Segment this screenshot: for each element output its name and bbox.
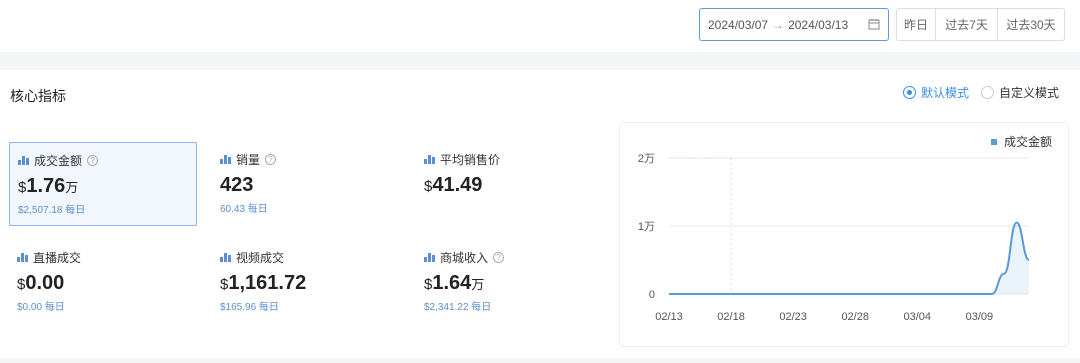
metric-label: 商城收入 [440, 251, 489, 265]
date-range-picker[interactable]: 2024/03/07 → 2024/03/13 [699, 8, 889, 41]
metric-card-mall[interactable]: 商城收入? $1.64万 $2,341.22 每日 [416, 240, 604, 324]
metric-unit: 万 [471, 277, 485, 292]
metric-daily: $0.00 每日 [17, 302, 65, 313]
x-tick-label: 02/23 [779, 311, 807, 323]
mode-default-radio[interactable]: 默认模式 [903, 84, 969, 101]
panel-title: 核心指标 [10, 88, 66, 104]
bar-chart-icon [17, 253, 28, 262]
date-start: 2024/03/07 [708, 17, 769, 32]
date-end: 2024/03/13 [788, 17, 849, 32]
x-tick-label: 02/13 [655, 311, 683, 323]
metric-card-avg-price[interactable]: 平均销售价 $41.49 [416, 142, 604, 226]
metric-value: 1.64 [432, 272, 472, 294]
y-tick-label: 0 [649, 289, 655, 301]
help-icon[interactable]: ? [265, 154, 277, 165]
metric-daily: $165.96 每日 [220, 302, 279, 313]
bar-chart-icon [424, 253, 435, 262]
metric-label: 直播成交 [33, 251, 82, 265]
series-area [669, 222, 1029, 294]
metric-value: 41.49 [432, 174, 483, 196]
metric-value: 1.76 [26, 175, 66, 197]
series-line [668, 221, 1030, 295]
metric-card-live[interactable]: 直播成交 $0.00 $0.00 每日 [9, 240, 197, 324]
metric-label: 平均销售价 [440, 153, 501, 167]
y-tick-label: 2万 [638, 153, 655, 165]
metric-daily: $2,507.18 每日 [18, 205, 86, 216]
calendar-icon [868, 19, 880, 30]
x-tick-label: 02/18 [717, 311, 745, 323]
metric-card-video[interactable]: 视频成交 $1,161.72 $165.96 每日 [212, 240, 400, 324]
bottom-strip [0, 358, 1080, 363]
mode-custom-label: 自定义模式 [999, 86, 1060, 100]
bar-chart-icon [424, 155, 435, 164]
quick-yesterday-button[interactable]: 昨日 [896, 8, 936, 41]
x-tick-label: 03/09 [966, 311, 994, 323]
mode-custom-radio[interactable]: 自定义模式 [981, 84, 1059, 101]
metric-daily: 60.43 每日 [220, 204, 268, 215]
quick-30days-button[interactable]: 过去30天 [997, 8, 1065, 41]
x-tick-label: 03/04 [904, 311, 932, 323]
metric-label: 视频成交 [236, 251, 285, 265]
metric-value: 0.00 [25, 272, 65, 294]
metric-label: 成交金额 [34, 154, 83, 168]
metric-value: 1,161.72 [228, 272, 307, 294]
date-range-arrow: → [772, 17, 785, 32]
bar-chart-icon [18, 156, 29, 165]
help-icon[interactable]: ? [87, 155, 99, 166]
metric-value: 423 [220, 174, 254, 196]
metric-card-gmv[interactable]: 成交金额? $1.76万 $2,507.18 每日 [9, 142, 197, 226]
y-tick-label: 1万 [638, 221, 655, 233]
quick-7days-button[interactable]: 过去7天 [935, 8, 998, 41]
metric-unit: 万 [65, 180, 79, 195]
help-icon[interactable]: ? [493, 252, 505, 263]
bar-chart-icon [220, 155, 231, 164]
x-tick-label: 02/28 [841, 311, 869, 323]
top-toolbar: 2024/03/07 → 2024/03/13 昨日 过去7天 过去30天 [0, 0, 1080, 52]
radio-checked-icon [903, 86, 916, 99]
metric-label: 销量 [236, 153, 261, 167]
mode-default-label: 默认模式 [921, 86, 970, 100]
metric-card-sales[interactable]: 销量? 423 60.43 每日 [212, 142, 400, 226]
metric-daily: $2,341.22 每日 [424, 302, 492, 313]
gmv-line-chart: 0 1万 2万 02/13 02/18 02/23 02/28 03/04 03/09 [638, 153, 1030, 323]
radio-unchecked-icon [981, 86, 994, 99]
bar-chart-icon [220, 253, 231, 262]
